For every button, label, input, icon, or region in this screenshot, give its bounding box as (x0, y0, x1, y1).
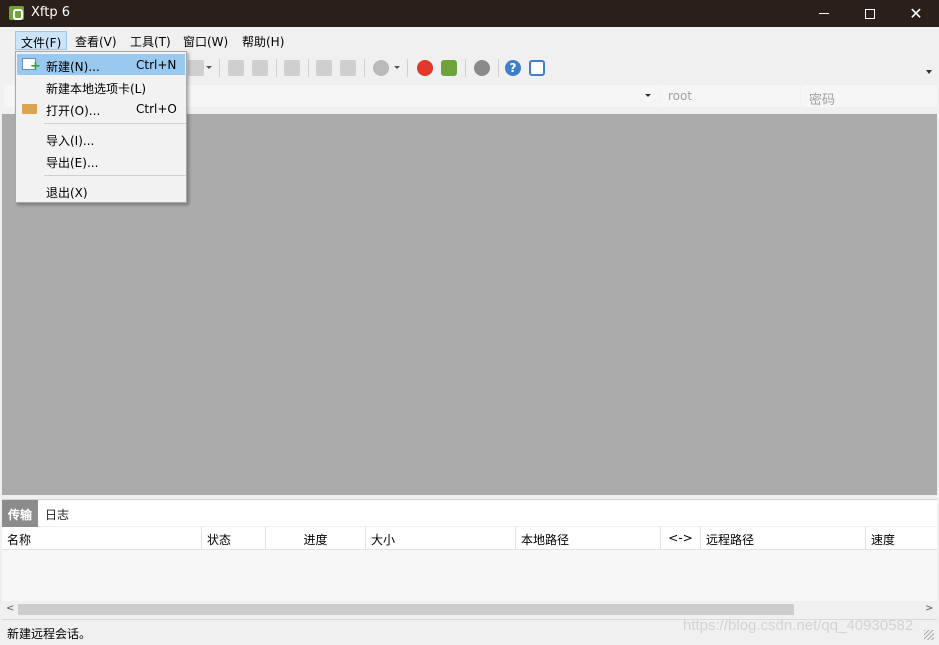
maximize-icon (865, 8, 875, 19)
xftp-icon[interactable] (441, 60, 457, 76)
xftp-logo-icon (9, 6, 24, 20)
chat-icon[interactable] (529, 60, 545, 76)
title-bar: Xftp 6 ✕ (0, 0, 939, 27)
toolbar-overflow-icon[interactable] (926, 70, 932, 74)
gear-icon[interactable] (474, 60, 490, 76)
document-icon[interactable] (228, 60, 244, 76)
menu-item-label: 退出(X) (46, 186, 88, 200)
password-field[interactable]: 密码 (801, 85, 937, 108)
maximize-button[interactable] (847, 0, 893, 27)
menu-tools[interactable]: 工具(T) (125, 31, 176, 50)
menu-item-shortcut: Ctrl+O (136, 102, 177, 116)
document-upload-icon[interactable] (252, 60, 268, 76)
menu-window[interactable]: 窗口(W) (178, 31, 233, 50)
toolbar-separator (364, 59, 365, 77)
menu-item-new-local-tab[interactable]: 新建本地选项卡(L) (17, 76, 185, 97)
column-remote-path[interactable]: 远程路径 (701, 527, 866, 550)
menu-help[interactable]: 帮助(H) (237, 31, 289, 50)
copy-icon[interactable] (316, 60, 332, 76)
menu-item-import[interactable]: 导入(I)... (17, 128, 185, 149)
transfer-arrows-icon[interactable] (284, 60, 300, 76)
tab-log[interactable]: 日志 (39, 500, 75, 527)
column-status[interactable]: 状态 (202, 527, 266, 550)
bottom-tabs: 传输 日志 (2, 499, 937, 527)
chevron-left-icon[interactable]: < (6, 603, 14, 614)
file-menu-dropdown: 新建(N)... Ctrl+N 新建本地选项卡(L) 打开(O)... Ctrl… (15, 51, 187, 203)
open-folder-icon (22, 104, 37, 114)
folder-icon[interactable] (188, 60, 204, 76)
minimize-icon (819, 13, 829, 14)
paste-icon[interactable] (340, 60, 356, 76)
menu-separator (44, 123, 186, 124)
menu-item-label: 导入(I)... (46, 134, 95, 148)
toolbar-separator (308, 59, 309, 77)
menu-item-label: 新建本地选项卡(L) (46, 82, 147, 96)
menu-item-open[interactable]: 打开(O)... Ctrl+O (17, 98, 185, 119)
chevron-down-icon[interactable] (394, 66, 400, 69)
toolbar-separator (498, 59, 499, 77)
close-button[interactable]: ✕ (893, 0, 939, 27)
chevron-right-icon[interactable]: > (925, 603, 933, 614)
window-title: Xftp 6 (31, 5, 71, 20)
toolbar-separator (276, 59, 277, 77)
menu-separator (44, 175, 186, 176)
resize-grip-icon[interactable] (924, 630, 934, 640)
menu-item-shortcut: Ctrl+N (136, 58, 177, 72)
toolbar-separator (219, 59, 220, 77)
username-field[interactable]: root (660, 85, 800, 107)
column-local-path[interactable]: 本地路径 (516, 527, 661, 550)
xshell-icon[interactable] (417, 60, 433, 76)
column-speed[interactable]: 速度 (866, 527, 937, 550)
status-text: 新建远程会话。 (7, 627, 92, 641)
column-size[interactable]: 大小 (366, 527, 516, 550)
chevron-down-icon[interactable] (645, 94, 651, 97)
menu-item-label: 打开(O)... (46, 104, 101, 118)
toolbar-separator (407, 59, 408, 77)
scrollbar-thumb[interactable] (18, 604, 794, 615)
watermark: https://blog.csdn.net/qq_40930582 (683, 617, 914, 634)
menu-item-new[interactable]: 新建(N)... Ctrl+N (17, 54, 185, 75)
minimize-button[interactable] (801, 0, 847, 27)
menu-item-export[interactable]: 导出(E)... (17, 150, 185, 171)
tab-transfer[interactable]: 传输 (2, 500, 39, 527)
status-circle-icon[interactable] (373, 60, 389, 76)
menu-item-label: 导出(E)... (46, 156, 99, 170)
help-icon[interactable]: ? (505, 60, 521, 76)
column-name[interactable]: 名称 (2, 527, 202, 550)
transfer-table-header: 名称 状态 进度 大小 本地路径 <-> 远程路径 速度 (2, 527, 937, 550)
toolbar-separator (465, 59, 466, 77)
horizontal-scrollbar[interactable]: < > (2, 601, 937, 618)
menu-item-exit[interactable]: 退出(X) (17, 180, 185, 201)
column-progress[interactable]: 进度 (266, 527, 366, 550)
new-session-icon (22, 58, 41, 73)
menu-file[interactable]: 文件(F) (15, 31, 68, 50)
close-icon: ✕ (909, 3, 923, 23)
menu-view[interactable]: 查看(V) (70, 31, 122, 50)
menu-item-label: 新建(N)... (46, 60, 100, 74)
column-direction[interactable]: <-> (661, 527, 701, 550)
chevron-down-icon[interactable] (206, 66, 212, 69)
menu-bar: 文件(F) 查看(V) 工具(T) 窗口(W) 帮助(H) (2, 28, 937, 52)
